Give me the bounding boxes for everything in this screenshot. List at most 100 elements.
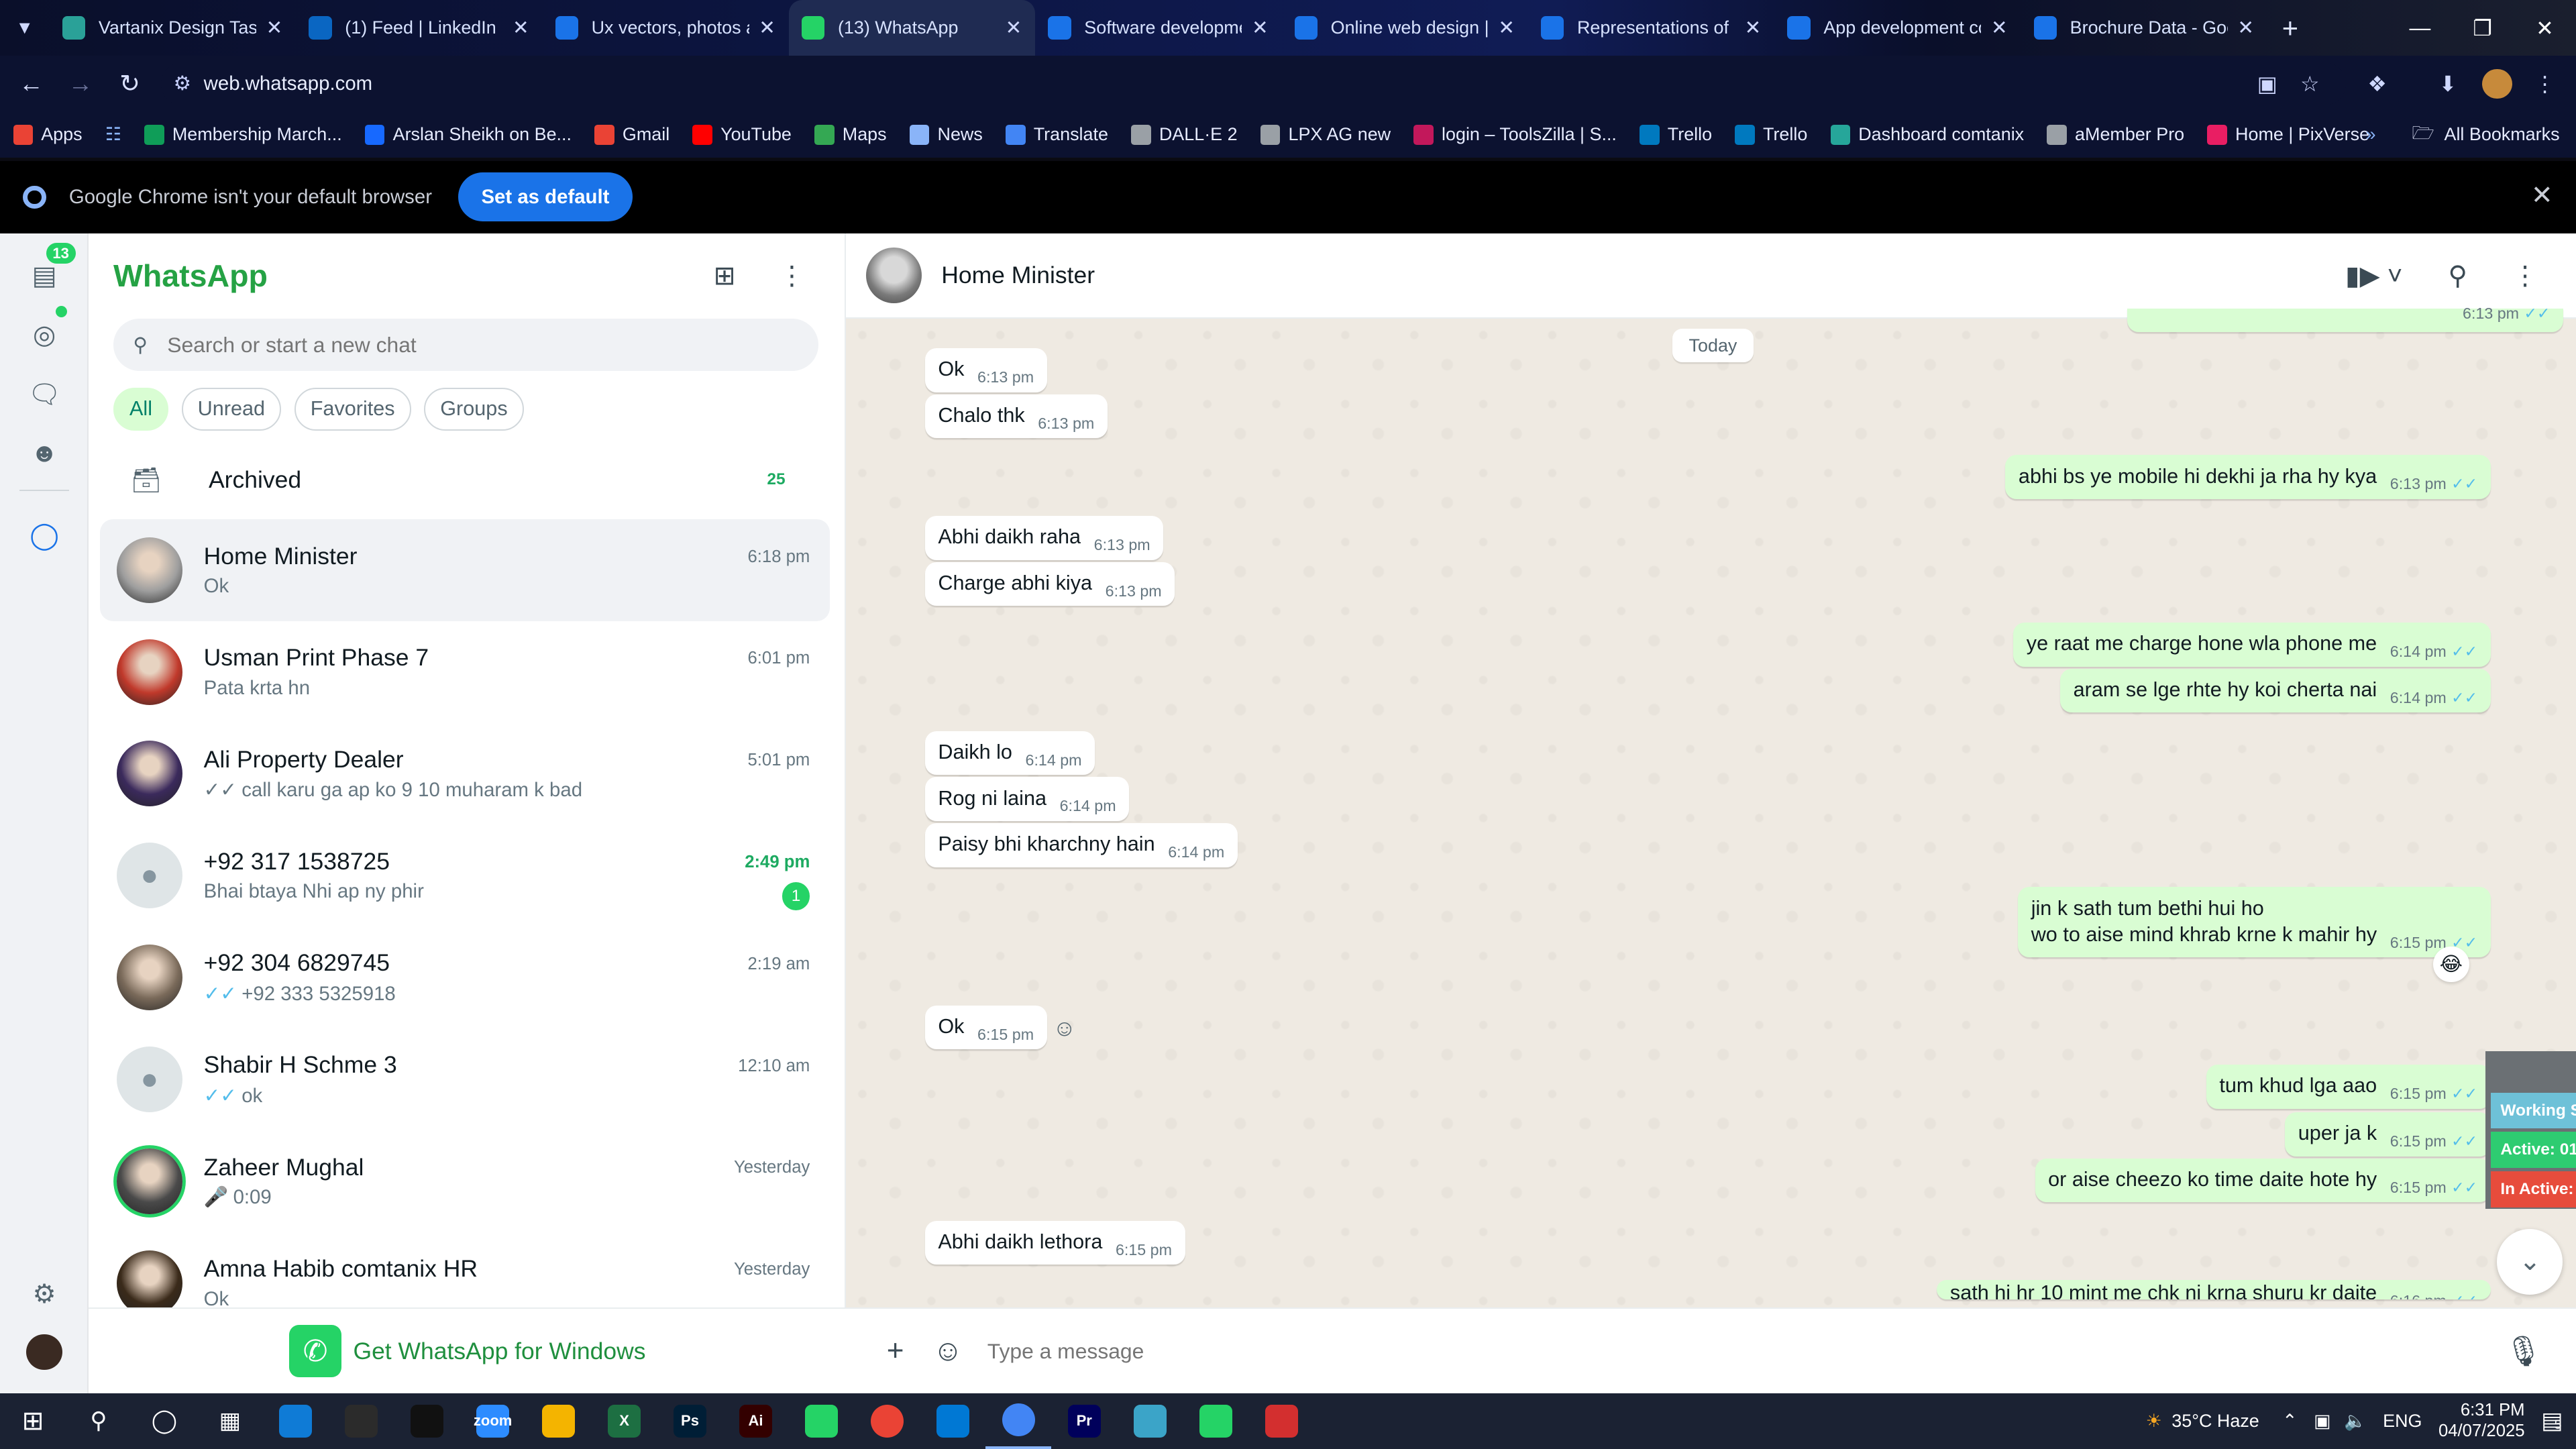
profile-avatar[interactable] (0, 1322, 89, 1381)
chat-list-item[interactable]: +92 304 6829745 ✓✓ +92 333 5325918 2:19 am (100, 926, 829, 1028)
search-icon[interactable]: ⚲ (66, 1393, 131, 1449)
taskbar-app-zoom[interactable]: zoom (460, 1393, 526, 1449)
browser-tab[interactable]: Vartanix Design Tasks ✕ (49, 0, 295, 56)
downloads-icon[interactable]: ⬇ (2425, 56, 2471, 111)
browser-tab[interactable]: (13) WhatsApp ✕ (788, 0, 1035, 56)
incoming-message[interactable]: Abhi daikh lethora 6:15 pm (924, 1220, 1185, 1265)
message-input[interactable] (987, 1338, 2466, 1364)
status-icon[interactable]: ◎ (0, 306, 89, 365)
channels-icon[interactable]: 🗨 (0, 365, 89, 424)
taskbar-app-edge[interactable] (263, 1393, 329, 1449)
extensions-icon[interactable]: ❖ (2354, 56, 2400, 111)
close-tab-icon[interactable]: ✕ (1252, 16, 1269, 40)
close-tab-icon[interactable]: ✕ (1991, 16, 2008, 40)
outgoing-message[interactable]: ye raat me charge hone wla phone me 6:14 … (2013, 623, 2491, 667)
contact-name[interactable]: Home Minister (941, 262, 1095, 289)
browser-tab[interactable]: Ux vectors, photos and ✕ (542, 0, 788, 56)
set-default-button[interactable]: Set as default (458, 172, 633, 222)
incoming-message[interactable]: Charge abhi kiya 6:13 pm (924, 561, 1175, 606)
bookmark-item[interactable]: Apps (13, 124, 83, 145)
message-bubble-partial[interactable]: 6:13 pm ✓✓ (2127, 305, 2563, 332)
taskbar-app-app[interactable] (1117, 1393, 1183, 1449)
profile-avatar[interactable] (2474, 56, 2520, 111)
conversation-header[interactable]: Home Minister ▮▶ ˅ ⚲ ⋮ (846, 233, 2576, 319)
cortana-icon[interactable]: ◯ (131, 1393, 197, 1449)
taskbar-app-illustrator[interactable]: Ai (722, 1393, 788, 1449)
back-icon[interactable]: ← (7, 56, 56, 111)
bookmark-item[interactable]: Maps (814, 124, 887, 145)
avatar[interactable] (116, 1148, 182, 1214)
taskbar-app-acrobat[interactable] (1248, 1393, 1314, 1449)
outgoing-message[interactable]: jin k sath tum bethi hui ho wo to aise mi… (2018, 887, 2491, 958)
widget-status-row[interactable]: Active: 01 (2490, 1132, 2576, 1169)
scroll-down-icon[interactable]: ⌄ (2497, 1228, 2563, 1295)
notification-icon[interactable]: ▤ 5 (2541, 1407, 2563, 1434)
close-tab-icon[interactable]: ✕ (1498, 16, 1515, 40)
outgoing-message[interactable]: or aise cheezo ko time daite hote hy 6:15… (2035, 1158, 2491, 1203)
reaction-emoji[interactable]: 😂 (2432, 946, 2469, 983)
new-chat-icon[interactable]: ⊞ (705, 256, 745, 296)
chat-list-item[interactable]: ● Shabir H Schme 3 ✓✓ ok 12:10 am (100, 1028, 829, 1130)
filter-chip-groups[interactable]: Groups (424, 387, 524, 431)
browser-tab[interactable]: Brochure Data - Goo ✕ (2021, 0, 2267, 56)
browser-tab[interactable]: Software developme ✕ (1035, 0, 1281, 56)
bookmark-item[interactable]: LPX AG new (1260, 124, 1391, 145)
taskbar-app-excel[interactable]: X (592, 1393, 657, 1449)
chat-list-item[interactable]: Zaheer Mughal 🎤 0:09 Yesterday (100, 1130, 829, 1232)
tray-chevron-icon[interactable]: ⌃ (2282, 1411, 2298, 1432)
browser-tab[interactable]: Online web design | F ✕ (1281, 0, 1527, 56)
chat-list-item[interactable]: Home Minister Ok 6:18 pm (100, 519, 830, 621)
taskbar-app-terminal[interactable] (394, 1393, 460, 1449)
bookmark-star-icon[interactable]: ☆ (2287, 56, 2333, 111)
bookmark-item[interactable]: aMember Pro (2047, 124, 2184, 145)
browser-tab[interactable]: Representations of u ✕ (1528, 0, 1774, 56)
more-bookmarks-icon[interactable]: » (2366, 124, 2376, 145)
bookmark-item[interactable]: YouTube (692, 124, 792, 145)
taskbar-app-chrome2[interactable] (985, 1393, 1052, 1449)
chat-list-item[interactable]: Usman Print Phase 7 Pata krta hn 6:01 pm (100, 621, 829, 723)
incoming-message[interactable]: Abhi daikh raha 6:13 pm (924, 515, 1164, 560)
chat-list-item[interactable]: ● +92 317 1538725 Bhai btaya Nhi ap ny phi… (100, 824, 829, 926)
chat-list-item[interactable]: Ali Property Dealer ✓✓ call karu ga ap ko … (100, 723, 829, 825)
outgoing-message[interactable]: uper ja k 6:15 pm ✓✓ (2285, 1112, 2491, 1157)
microphone-icon[interactable]: 🎙 (2497, 1325, 2549, 1377)
meta-ai-icon[interactable]: ◯ (0, 506, 89, 565)
contact-avatar[interactable] (865, 247, 922, 304)
bookmark-item[interactable]: Dashboard comtanix (1830, 124, 2024, 145)
bookmark-item[interactable]: Gmail (594, 124, 669, 145)
close-tab-icon[interactable]: ✕ (2237, 16, 2254, 40)
outgoing-message[interactable]: abhi bs ye mobile hi dekhi ja rha hy kya… (2005, 455, 2491, 500)
reload-icon[interactable]: ↻ (105, 56, 154, 111)
browser-tab[interactable]: App development co ✕ (1774, 0, 2021, 56)
close-tab-icon[interactable]: ✕ (1006, 16, 1022, 40)
bookmark-item[interactable]: Home | PixVerse (2207, 124, 2369, 145)
bookmark-item[interactable]: Translate (1006, 124, 1108, 145)
browser-tab[interactable]: (1) Feed | LinkedIn ✕ (296, 0, 542, 56)
incoming-message[interactable]: Chalo thk 6:13 pm (924, 394, 1108, 439)
taskbar-app-whatsapp[interactable] (788, 1393, 854, 1449)
widget-status-row[interactable]: Working S (2490, 1092, 2576, 1129)
outgoing-message[interactable]: tum khud lga aao 6:15 pm ✓✓ (2206, 1064, 2491, 1109)
filter-chip-unread[interactable]: Unread (181, 387, 282, 431)
chat-menu-icon[interactable]: ⋮ (2506, 256, 2545, 296)
avatar[interactable] (116, 1250, 182, 1316)
search-input[interactable] (167, 332, 792, 358)
filter-chip-all[interactable]: All (113, 387, 169, 431)
sticker-emoji-icon[interactable]: ☺ (922, 1325, 974, 1377)
incoming-message[interactable]: Ok 6:13 pm (924, 348, 1047, 392)
filter-chip-favorites[interactable]: Favorites (294, 387, 411, 431)
settings-gear-icon[interactable]: ⚙ (0, 1265, 89, 1324)
clock[interactable]: 6:31 PM 04/07/2025 (2438, 1400, 2525, 1443)
all-bookmarks[interactable]: All Bookmarks (2444, 124, 2559, 145)
outgoing-message[interactable]: aram se lge rhte hy koi cherta nai 6:14 p… (2060, 668, 2491, 713)
outgoing-message[interactable]: sath hi hr 10 mint me chk ni krna shuru … (1937, 1279, 2491, 1300)
menu-icon[interactable]: ⋮ (772, 256, 812, 296)
react-emoji-icon[interactable]: ☺ (1046, 1010, 1083, 1046)
bookmark-item[interactable]: Trello (1735, 124, 1807, 145)
widget-status-row[interactable]: In Active: (2490, 1171, 2576, 1208)
start-icon[interactable]: ⊞ (0, 1393, 66, 1449)
restore-icon[interactable]: ❐ (2451, 0, 2514, 56)
close-tab-icon[interactable]: ✕ (513, 16, 529, 40)
taskbar-app-chrome[interactable] (854, 1393, 920, 1449)
incoming-message[interactable]: Rog ni laina 6:14 pm (924, 777, 1130, 822)
